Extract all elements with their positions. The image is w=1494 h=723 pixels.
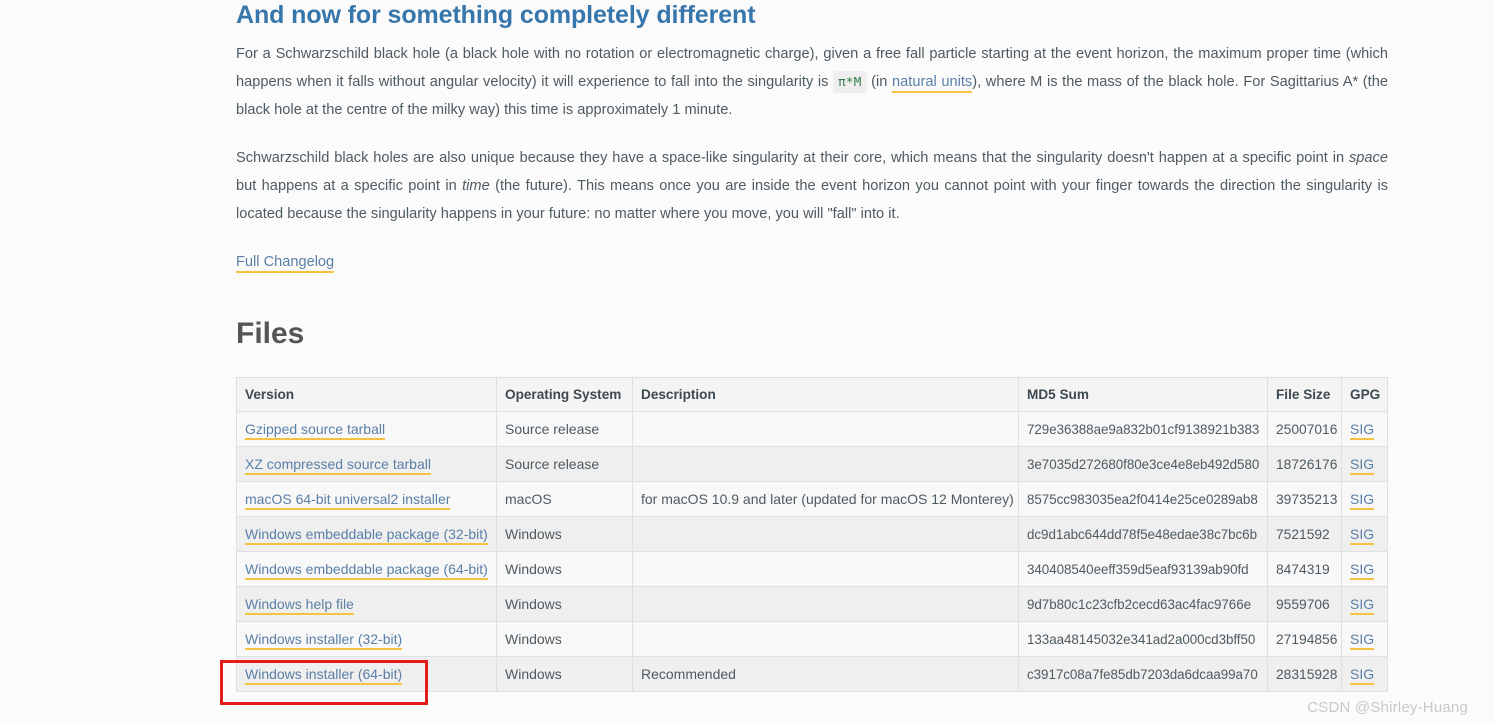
files-table-head: Version Operating System Description MD5… bbox=[236, 377, 1388, 412]
cell-operating-system: Windows bbox=[496, 586, 633, 622]
paragraph-space-like-singularity: Schwarzschild black holes are also uniqu… bbox=[236, 144, 1388, 228]
sig-link[interactable]: SIG bbox=[1350, 596, 1375, 615]
version-download-link[interactable]: Windows help file bbox=[245, 596, 354, 615]
page-root: And now for something completely differe… bbox=[0, 0, 1494, 723]
watermark-text: CSDN @Shirley-Huang bbox=[1307, 699, 1468, 716]
version-download-link[interactable]: Windows embeddable package (64-bit) bbox=[245, 561, 488, 580]
sig-link[interactable]: SIG bbox=[1350, 526, 1375, 545]
cell-description bbox=[632, 446, 1019, 482]
column-header-version: Version bbox=[236, 377, 497, 412]
cell-operating-system: Source release bbox=[496, 411, 633, 447]
cell-description bbox=[632, 516, 1019, 552]
sig-link[interactable]: SIG bbox=[1350, 631, 1375, 650]
cell-version: Windows installer (32-bit) bbox=[236, 621, 497, 657]
cell-md5-sum: 340408540eeff359d5eaf93139ab90fd bbox=[1018, 551, 1268, 587]
sig-link[interactable]: SIG bbox=[1350, 666, 1375, 685]
cell-gpg: SIG bbox=[1341, 551, 1388, 587]
version-download-link[interactable]: Windows installer (32-bit) bbox=[245, 631, 403, 650]
table-row: Windows installer (32-bit) Windows 133aa48… bbox=[236, 621, 1388, 657]
paragraph-schwarzschild-proper-time: For a Schwarzschild black hole (a black … bbox=[236, 40, 1388, 124]
inline-code-pi-times-m: π*M bbox=[833, 71, 867, 93]
files-section: Files Version Operating System Descripti… bbox=[236, 317, 1388, 692]
cell-md5-sum: dc9d1abc644dd78f5e48edae38c7bc6b bbox=[1018, 516, 1268, 552]
cell-md5-sum: 3e7035d272680f80e3ce4e8eb492d580 bbox=[1018, 446, 1268, 482]
version-download-link[interactable]: Windows embeddable package (32-bit) bbox=[245, 526, 488, 545]
table-row: macOS 64-bit universal2 installer macOS fo… bbox=[236, 481, 1388, 517]
cell-operating-system: macOS bbox=[496, 481, 633, 517]
sig-link[interactable]: SIG bbox=[1350, 421, 1375, 440]
version-download-link[interactable]: Gzipped source tarball bbox=[245, 421, 386, 440]
cell-version: Windows help file bbox=[236, 586, 497, 622]
cell-description bbox=[632, 586, 1019, 622]
column-header-description: Description bbox=[632, 377, 1019, 412]
column-header-md5-sum: MD5 Sum bbox=[1018, 377, 1268, 412]
cell-gpg: SIG bbox=[1341, 586, 1388, 622]
version-download-link[interactable]: macOS 64-bit universal2 installer bbox=[245, 491, 451, 510]
cell-operating-system: Windows bbox=[496, 621, 633, 657]
cell-file-size: 7521592 bbox=[1267, 516, 1342, 552]
cell-operating-system: Windows bbox=[496, 516, 633, 552]
files-table: Version Operating System Description MD5… bbox=[236, 377, 1388, 692]
cell-gpg: SIG bbox=[1341, 516, 1388, 552]
cell-version: Windows embeddable package (32-bit) bbox=[236, 516, 497, 552]
cell-md5-sum: 9d7b80c1c23cfb2cecd63ac4fac9766e bbox=[1018, 586, 1268, 622]
cell-file-size: 18726176 bbox=[1267, 446, 1342, 482]
page-title: And now for something completely differe… bbox=[236, 1, 756, 29]
paragraph2-part2: but happens at a specific point in bbox=[236, 178, 463, 194]
paragraph2-emphasis-time: time bbox=[462, 178, 490, 194]
column-header-operating-system: Operating System bbox=[496, 377, 633, 412]
cell-file-size: 8474319 bbox=[1267, 551, 1342, 587]
cell-description bbox=[632, 411, 1019, 447]
version-download-link[interactable]: XZ compressed source tarball bbox=[245, 456, 431, 475]
cell-file-size: 9559706 bbox=[1267, 586, 1342, 622]
cell-operating-system: Source release bbox=[496, 446, 633, 482]
cell-operating-system: Windows bbox=[496, 656, 633, 692]
cell-version: Gzipped source tarball bbox=[236, 411, 497, 447]
files-table-body: Gzipped source tarball Source release 729e… bbox=[236, 411, 1388, 692]
cell-operating-system: Windows bbox=[496, 551, 633, 587]
table-row: XZ compressed source tarball Source relea… bbox=[236, 446, 1388, 482]
cell-file-size: 25007016 bbox=[1267, 411, 1342, 447]
natural-units-link[interactable]: natural units bbox=[892, 74, 973, 93]
sig-link[interactable]: SIG bbox=[1350, 491, 1375, 510]
cell-gpg: SIG bbox=[1341, 656, 1388, 692]
cell-description bbox=[632, 621, 1019, 657]
cell-md5-sum: c3917c08a7fe85db7203da6dcaa99a70 bbox=[1018, 656, 1268, 692]
table-row: Windows help file Windows 9d7b80c1c23cfb2c… bbox=[236, 586, 1388, 622]
cell-gpg: SIG bbox=[1341, 446, 1388, 482]
paragraph2-emphasis-space: space bbox=[1349, 150, 1388, 166]
cell-md5-sum: 729e36388ae9a832b01cf9138921b383 bbox=[1018, 411, 1268, 447]
cell-file-size: 28315928 bbox=[1267, 656, 1342, 692]
cell-description: Recommended bbox=[632, 656, 1019, 692]
paragraph1-text-after-code: (in bbox=[866, 74, 893, 90]
cell-version: XZ compressed source tarball bbox=[236, 446, 497, 482]
files-heading: Files bbox=[236, 317, 305, 350]
sig-link[interactable]: SIG bbox=[1350, 456, 1375, 475]
table-row: Windows embeddable package (32-bit) Windo… bbox=[236, 516, 1388, 552]
article-content: And now for something completely differe… bbox=[236, 0, 1388, 692]
cell-md5-sum: 133aa48145032e341ad2a000cd3bff50 bbox=[1018, 621, 1268, 657]
cell-gpg: SIG bbox=[1341, 621, 1388, 657]
full-changelog-link[interactable]: Full Changelog bbox=[236, 254, 335, 273]
cell-gpg: SIG bbox=[1341, 481, 1388, 517]
cell-file-size: 39735213 bbox=[1267, 481, 1342, 517]
cell-version: Windows embeddable package (64-bit) bbox=[236, 551, 497, 587]
table-row: Windows installer (64-bit) Windows Recomme… bbox=[236, 656, 1388, 692]
table-header-row: Version Operating System Description MD5… bbox=[236, 377, 1388, 412]
cell-description bbox=[632, 551, 1019, 587]
cell-version: Windows installer (64-bit) bbox=[236, 656, 497, 692]
cell-gpg: SIG bbox=[1341, 411, 1388, 447]
sig-link[interactable]: SIG bbox=[1350, 561, 1375, 580]
column-header-file-size: File Size bbox=[1267, 377, 1342, 412]
table-row: Gzipped source tarball Source release 729e… bbox=[236, 411, 1388, 447]
paragraph2-part1: Schwarzschild black holes are also uniqu… bbox=[236, 150, 1349, 166]
table-row: Windows embeddable package (64-bit) Windo… bbox=[236, 551, 1388, 587]
cell-md5-sum: 8575cc983035ea2f0414e25ce0289ab8 bbox=[1018, 481, 1268, 517]
version-download-link[interactable]: Windows installer (64-bit) bbox=[245, 666, 403, 685]
column-header-gpg: GPG bbox=[1341, 377, 1388, 412]
changelog-link-wrapper: Full Changelog bbox=[236, 253, 1388, 273]
cell-description: for macOS 10.9 and later (updated for ma… bbox=[632, 481, 1019, 517]
cell-file-size: 27194856 bbox=[1267, 621, 1342, 657]
cell-version: macOS 64-bit universal2 installer bbox=[236, 481, 497, 517]
